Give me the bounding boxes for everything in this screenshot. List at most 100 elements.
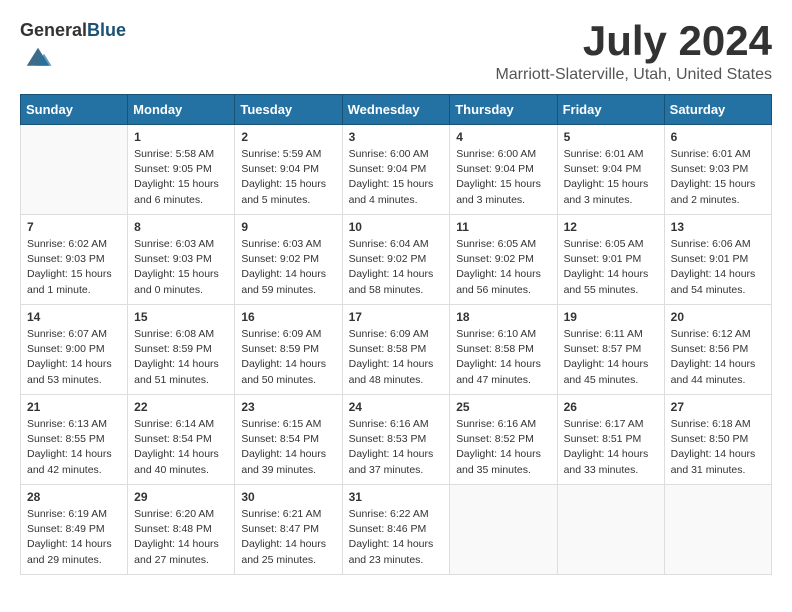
- calendar-cell: 10Sunrise: 6:04 AMSunset: 9:02 PMDayligh…: [342, 215, 450, 305]
- calendar-cell: [557, 485, 664, 575]
- calendar-cell: 20 Sunrise: 6:12 AMSunset: 8:56 PMDayligh…: [664, 305, 771, 395]
- day-info: Sunrise: 6:11 AMSunset: 8:57 PMDaylight:…: [564, 327, 658, 388]
- day-number: 18: [456, 310, 550, 324]
- week-row-4: 28 Sunrise: 6:19 AMSunset: 8:49 PMDayligh…: [21, 485, 772, 575]
- logo-blue: Blue: [87, 20, 126, 40]
- day-number: 23: [241, 400, 335, 414]
- calendar-cell: 29Sunrise: 6:20 AMSunset: 8:48 PMDayligh…: [128, 485, 235, 575]
- calendar-cell: 23Sunrise: 6:15 AMSunset: 8:54 PMDayligh…: [235, 395, 342, 485]
- header-sunday: Sunday: [21, 95, 128, 125]
- day-number: 22: [134, 400, 228, 414]
- day-info: Sunrise: 6:09 AMSunset: 8:58 PMDaylight:…: [349, 327, 444, 388]
- day-number: 5: [564, 130, 658, 144]
- calendar-cell: 9Sunrise: 6:03 AMSunset: 9:02 PMDaylight…: [235, 215, 342, 305]
- day-info: Sunrise: 6:13 AMSunset: 8:55 PMDaylight:…: [27, 417, 121, 478]
- day-info: Sunrise: 6:14 AMSunset: 8:54 PMDaylight:…: [134, 417, 228, 478]
- calendar-cell: 14 Sunrise: 6:07 AMSunset: 9:00 PMDayligh…: [21, 305, 128, 395]
- calendar-cell: 24Sunrise: 6:16 AMSunset: 8:53 PMDayligh…: [342, 395, 450, 485]
- day-number: 31: [349, 490, 444, 504]
- calendar-cell: 17 Sunrise: 6:09 AMSunset: 8:58 PMDayligh…: [342, 305, 450, 395]
- header-friday: Friday: [557, 95, 664, 125]
- day-number: 24: [349, 400, 444, 414]
- calendar-cell: 26Sunrise: 6:17 AMSunset: 8:51 PMDayligh…: [557, 395, 664, 485]
- calendar-table: SundayMondayTuesdayWednesdayThursdayFrid…: [20, 94, 772, 575]
- calendar-cell: 5 Sunrise: 6:01 AMSunset: 9:04 PMDaylight…: [557, 125, 664, 215]
- calendar-cell: 15 Sunrise: 6:08 AMSunset: 8:59 PMDayligh…: [128, 305, 235, 395]
- calendar-cell: [21, 125, 128, 215]
- day-info: Sunrise: 6:00 AMSunset: 9:04 PMDaylight:…: [349, 147, 444, 208]
- day-number: 12: [564, 220, 658, 234]
- day-info: Sunrise: 6:10 AMSunset: 8:58 PMDaylight:…: [456, 327, 550, 388]
- day-info: Sunrise: 6:03 AMSunset: 9:03 PMDaylight:…: [134, 237, 228, 298]
- day-info: Sunrise: 6:22 AMSunset: 8:46 PMDaylight:…: [349, 507, 444, 568]
- week-row-0: 1 Sunrise: 5:58 AMSunset: 9:05 PMDaylight…: [21, 125, 772, 215]
- day-info: Sunrise: 6:18 AMSunset: 8:50 PMDaylight:…: [671, 417, 765, 478]
- day-info: Sunrise: 6:05 AMSunset: 9:01 PMDaylight:…: [564, 237, 658, 298]
- calendar-cell: 25 Sunrise: 6:16 AMSunset: 8:52 PMDayligh…: [450, 395, 557, 485]
- calendar-cell: 7Sunrise: 6:02 AMSunset: 9:03 PMDaylight…: [21, 215, 128, 305]
- day-number: 15: [134, 310, 228, 324]
- day-info: Sunrise: 6:07 AMSunset: 9:00 PMDaylight:…: [27, 327, 121, 388]
- day-number: 28: [27, 490, 121, 504]
- calendar-cell: 21 Sunrise: 6:13 AMSunset: 8:55 PMDayligh…: [21, 395, 128, 485]
- logo: GeneralBlue: [20, 20, 126, 76]
- calendar-cell: 3 Sunrise: 6:00 AMSunset: 9:04 PMDaylight…: [342, 125, 450, 215]
- day-info: Sunrise: 6:17 AMSunset: 8:51 PMDaylight:…: [564, 417, 658, 478]
- day-number: 14: [27, 310, 121, 324]
- day-info: Sunrise: 6:01 AMSunset: 9:04 PMDaylight:…: [564, 147, 658, 208]
- day-number: 25: [456, 400, 550, 414]
- calendar-cell: 6 Sunrise: 6:01 AMSunset: 9:03 PMDaylight…: [664, 125, 771, 215]
- day-number: 16: [241, 310, 335, 324]
- day-info: Sunrise: 6:00 AMSunset: 9:04 PMDaylight:…: [456, 147, 550, 208]
- day-number: 27: [671, 400, 765, 414]
- header-row: SundayMondayTuesdayWednesdayThursdayFrid…: [21, 95, 772, 125]
- day-info: Sunrise: 6:08 AMSunset: 8:59 PMDaylight:…: [134, 327, 228, 388]
- day-number: 3: [349, 130, 444, 144]
- location-title: Marriott-Slaterville, Utah, United State…: [495, 66, 772, 84]
- calendar-cell: 18 Sunrise: 6:10 AMSunset: 8:58 PMDayligh…: [450, 305, 557, 395]
- calendar-cell: 28 Sunrise: 6:19 AMSunset: 8:49 PMDayligh…: [21, 485, 128, 575]
- calendar-cell: 2Sunrise: 5:59 AMSunset: 9:04 PMDaylight…: [235, 125, 342, 215]
- day-info: Sunrise: 5:59 AMSunset: 9:04 PMDaylight:…: [241, 147, 335, 208]
- calendar-cell: 16Sunrise: 6:09 AMSunset: 8:59 PMDayligh…: [235, 305, 342, 395]
- header-monday: Monday: [128, 95, 235, 125]
- day-number: 21: [27, 400, 121, 414]
- week-row-1: 7Sunrise: 6:02 AMSunset: 9:03 PMDaylight…: [21, 215, 772, 305]
- calendar-cell: 8 Sunrise: 6:03 AMSunset: 9:03 PMDaylight…: [128, 215, 235, 305]
- day-number: 17: [349, 310, 444, 324]
- day-info: Sunrise: 6:20 AMSunset: 8:48 PMDaylight:…: [134, 507, 228, 568]
- day-number: 4: [456, 130, 550, 144]
- logo-icon: [23, 41, 53, 71]
- header-saturday: Saturday: [664, 95, 771, 125]
- page-header: GeneralBlue July 2024 Marriott-Slatervil…: [20, 20, 772, 84]
- day-info: Sunrise: 6:12 AMSunset: 8:56 PMDaylight:…: [671, 327, 765, 388]
- calendar-cell: 13 Sunrise: 6:06 AMSunset: 9:01 PMDayligh…: [664, 215, 771, 305]
- day-number: 6: [671, 130, 765, 144]
- calendar-cell: 27 Sunrise: 6:18 AMSunset: 8:50 PMDayligh…: [664, 395, 771, 485]
- day-number: 1: [134, 130, 228, 144]
- day-info: Sunrise: 5:58 AMSunset: 9:05 PMDaylight:…: [134, 147, 228, 208]
- day-number: 30: [241, 490, 335, 504]
- day-info: Sunrise: 6:01 AMSunset: 9:03 PMDaylight:…: [671, 147, 765, 208]
- calendar-cell: 30Sunrise: 6:21 AMSunset: 8:47 PMDayligh…: [235, 485, 342, 575]
- day-number: 13: [671, 220, 765, 234]
- week-row-2: 14 Sunrise: 6:07 AMSunset: 9:00 PMDayligh…: [21, 305, 772, 395]
- header-tuesday: Tuesday: [235, 95, 342, 125]
- title-section: July 2024 Marriott-Slaterville, Utah, Un…: [495, 20, 772, 84]
- day-info: Sunrise: 6:05 AMSunset: 9:02 PMDaylight:…: [456, 237, 550, 298]
- day-info: Sunrise: 6:19 AMSunset: 8:49 PMDaylight:…: [27, 507, 121, 568]
- calendar-cell: [664, 485, 771, 575]
- day-info: Sunrise: 6:16 AMSunset: 8:52 PMDaylight:…: [456, 417, 550, 478]
- day-number: 10: [349, 220, 444, 234]
- week-row-3: 21 Sunrise: 6:13 AMSunset: 8:55 PMDayligh…: [21, 395, 772, 485]
- header-thursday: Thursday: [450, 95, 557, 125]
- day-number: 20: [671, 310, 765, 324]
- calendar-cell: 12 Sunrise: 6:05 AMSunset: 9:01 PMDayligh…: [557, 215, 664, 305]
- day-number: 9: [241, 220, 335, 234]
- calendar-cell: 4 Sunrise: 6:00 AMSunset: 9:04 PMDaylight…: [450, 125, 557, 215]
- day-info: Sunrise: 6:02 AMSunset: 9:03 PMDaylight:…: [27, 237, 121, 298]
- logo-general: General: [20, 20, 87, 40]
- day-info: Sunrise: 6:06 AMSunset: 9:01 PMDaylight:…: [671, 237, 765, 298]
- day-number: 8: [134, 220, 228, 234]
- calendar-cell: 1 Sunrise: 5:58 AMSunset: 9:05 PMDaylight…: [128, 125, 235, 215]
